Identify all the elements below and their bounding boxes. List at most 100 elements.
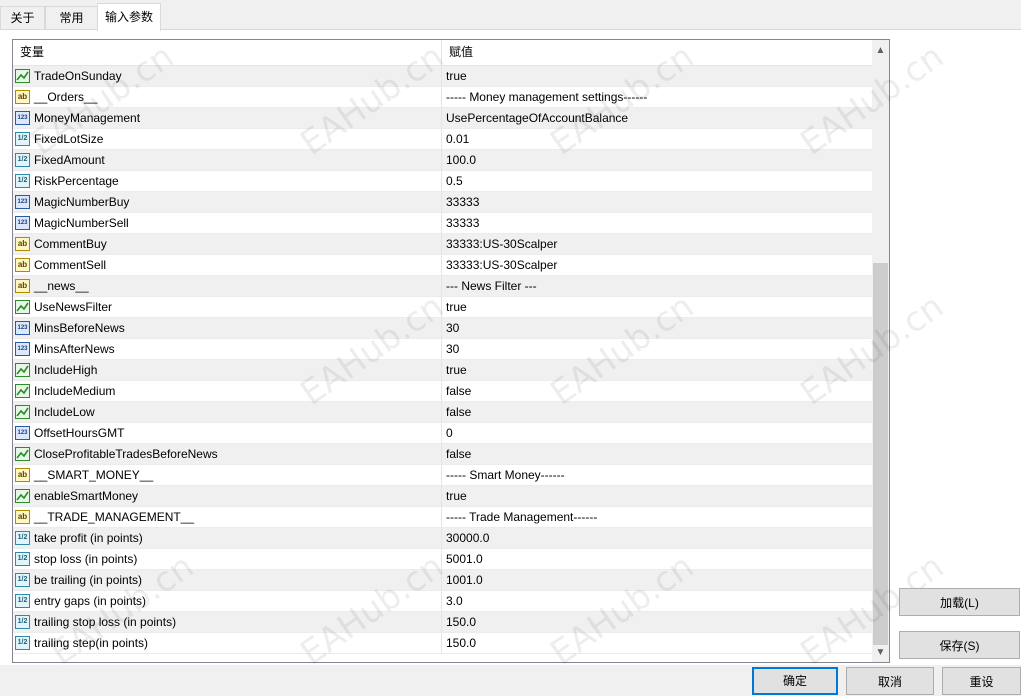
table-row[interactable]: ab __TRADE_MANAGEMENT__ ----- Trade Manage…	[13, 507, 872, 528]
bool-icon	[15, 69, 30, 83]
table-row[interactable]: 1/2 take profit (in points) 30000.0	[13, 528, 872, 549]
parameter-value[interactable]: 0	[446, 423, 453, 443]
bool-icon	[15, 300, 30, 314]
table-row[interactable]: 123 MagicNumberBuy 33333	[13, 192, 872, 213]
table-row[interactable]: IncludeLow false	[13, 402, 872, 423]
table-row[interactable]: enableSmartMoney true	[13, 486, 872, 507]
column-divider	[441, 528, 442, 549]
ok-button[interactable]: 确定	[752, 667, 838, 695]
table-row[interactable]: 123 MinsBeforeNews 30	[13, 318, 872, 339]
column-header-value[interactable]: 赋值	[442, 40, 869, 65]
table-row[interactable]: 1/2 RiskPercentage 0.5	[13, 171, 872, 192]
tab-about[interactable]: 关于	[0, 6, 45, 30]
scroll-down-arrow-icon[interactable]: ▼	[872, 644, 889, 661]
parameter-value[interactable]: 100.0	[446, 150, 476, 170]
table-row[interactable]: ab __Orders__ ----- Money management setti…	[13, 87, 872, 108]
parameter-name: be trailing (in points)	[34, 573, 143, 587]
parameter-value[interactable]: 30	[446, 318, 459, 338]
bool-icon	[15, 363, 30, 377]
parameter-value[interactable]: 33333	[446, 192, 479, 212]
tab-bar: 关于 常用 输入参数	[0, 0, 1021, 31]
parameter-value[interactable]: false	[446, 444, 471, 464]
parameter-value[interactable]: 33333:US-30Scalper	[446, 234, 557, 254]
table-row[interactable]: 1/2 FixedLotSize 0.01	[13, 129, 872, 150]
parameter-value[interactable]: true	[446, 486, 467, 506]
column-divider	[441, 591, 442, 612]
table-row[interactable]: ab CommentSell 33333:US-30Scalper	[13, 255, 872, 276]
parameter-value[interactable]: --- News Filter ---	[446, 276, 537, 296]
parameter-name: CommentBuy	[34, 237, 107, 251]
parameter-value[interactable]: 30	[446, 339, 459, 359]
table-row[interactable]: ab CommentBuy 33333:US-30Scalper	[13, 234, 872, 255]
table-row[interactable]: 1/2 be trailing (in points) 1001.0	[13, 570, 872, 591]
parameter-value[interactable]: 33333:US-30Scalper	[446, 255, 557, 275]
column-divider	[441, 402, 442, 423]
table-row[interactable]: ab __news__ --- News Filter ---	[13, 276, 872, 297]
table-row[interactable]: 1/2 FixedAmount 100.0	[13, 150, 872, 171]
load-button[interactable]: 加载(L)	[899, 588, 1020, 616]
column-header-variable[interactable]: 变量	[13, 40, 442, 65]
parameter-rows: TradeOnSunday true ab __Orders__ ----- Money…	[13, 66, 872, 654]
column-divider	[441, 234, 442, 255]
column-divider	[441, 549, 442, 570]
table-row[interactable]: TradeOnSunday true	[13, 66, 872, 87]
int-icon: 123	[15, 216, 30, 230]
parameter-value[interactable]: 5001.0	[446, 549, 483, 569]
cancel-button[interactable]: 取消	[846, 667, 934, 695]
scroll-up-arrow-icon[interactable]: ▲	[872, 42, 889, 59]
parameter-value[interactable]: 33333	[446, 213, 479, 233]
string-icon: ab	[15, 510, 30, 524]
column-divider	[441, 171, 442, 192]
table-row[interactable]: 123 OffsetHoursGMT 0	[13, 423, 872, 444]
table-row[interactable]: 1/2 trailing stop loss (in points) 150.0	[13, 612, 872, 633]
table-row[interactable]: UseNewsFilter true	[13, 297, 872, 318]
scroll-thumb[interactable]	[873, 263, 888, 645]
parameter-name: MagicNumberSell	[34, 216, 129, 230]
parameter-value[interactable]: 150.0	[446, 633, 476, 653]
column-divider	[441, 465, 442, 486]
table-row[interactable]: 1/2 trailing step(in points) 150.0	[13, 633, 872, 654]
parameter-value[interactable]: ----- Money management settings------	[446, 87, 647, 107]
parameter-name: entry gaps (in points)	[34, 594, 147, 608]
parameter-value[interactable]: true	[446, 66, 467, 86]
tab-inputs[interactable]: 输入参数	[97, 3, 161, 31]
string-icon: ab	[15, 468, 30, 482]
parameter-value[interactable]: false	[446, 381, 471, 401]
parameter-name: OffsetHoursGMT	[34, 426, 125, 440]
table-row[interactable]: 1/2 entry gaps (in points) 3.0	[13, 591, 872, 612]
column-divider	[441, 150, 442, 171]
tab-common[interactable]: 常用	[45, 6, 98, 30]
double-icon: 1/2	[15, 573, 30, 587]
table-row[interactable]: 123 MagicNumberSell 33333	[13, 213, 872, 234]
parameter-list[interactable]: 变量 赋值 TradeOnSunday true ab __Orders__ -----…	[12, 39, 890, 663]
column-divider	[441, 360, 442, 381]
table-row[interactable]: IncludeHigh true	[13, 360, 872, 381]
parameter-value[interactable]: UsePercentageOfAccountBalance	[446, 108, 628, 128]
table-row[interactable]: CloseProfitableTradesBeforeNews false	[13, 444, 872, 465]
column-divider	[441, 66, 442, 87]
bool-icon	[15, 489, 30, 503]
column-divider	[441, 87, 442, 108]
parameter-value[interactable]: 150.0	[446, 612, 476, 632]
parameter-value[interactable]: 30000.0	[446, 528, 489, 548]
parameter-value[interactable]: true	[446, 297, 467, 317]
parameter-value[interactable]: false	[446, 402, 471, 422]
table-row[interactable]: ab __SMART_MONEY__ ----- Smart Money------	[13, 465, 872, 486]
parameter-name: IncludeMedium	[34, 384, 116, 398]
parameter-value[interactable]: true	[446, 360, 467, 380]
table-row[interactable]: IncludeMedium false	[13, 381, 872, 402]
parameter-value[interactable]: 1001.0	[446, 570, 483, 590]
save-button[interactable]: 保存(S)	[899, 631, 1020, 659]
parameter-value[interactable]: ----- Trade Management------	[446, 507, 597, 527]
double-icon: 1/2	[15, 615, 30, 629]
table-row[interactable]: 1/2 stop loss (in points) 5001.0	[13, 549, 872, 570]
vertical-scrollbar[interactable]: ▲ ▼	[872, 40, 889, 662]
table-row[interactable]: 123 MinsAfterNews 30	[13, 339, 872, 360]
parameter-value[interactable]: 0.01	[446, 129, 469, 149]
int-icon: 123	[15, 321, 30, 335]
reset-button[interactable]: 重设	[942, 667, 1021, 695]
parameter-value[interactable]: 3.0	[446, 591, 463, 611]
table-row[interactable]: 123 MoneyManagement UsePercentageOfAccount…	[13, 108, 872, 129]
parameter-value[interactable]: ----- Smart Money------	[446, 465, 565, 485]
parameter-value[interactable]: 0.5	[446, 171, 463, 191]
